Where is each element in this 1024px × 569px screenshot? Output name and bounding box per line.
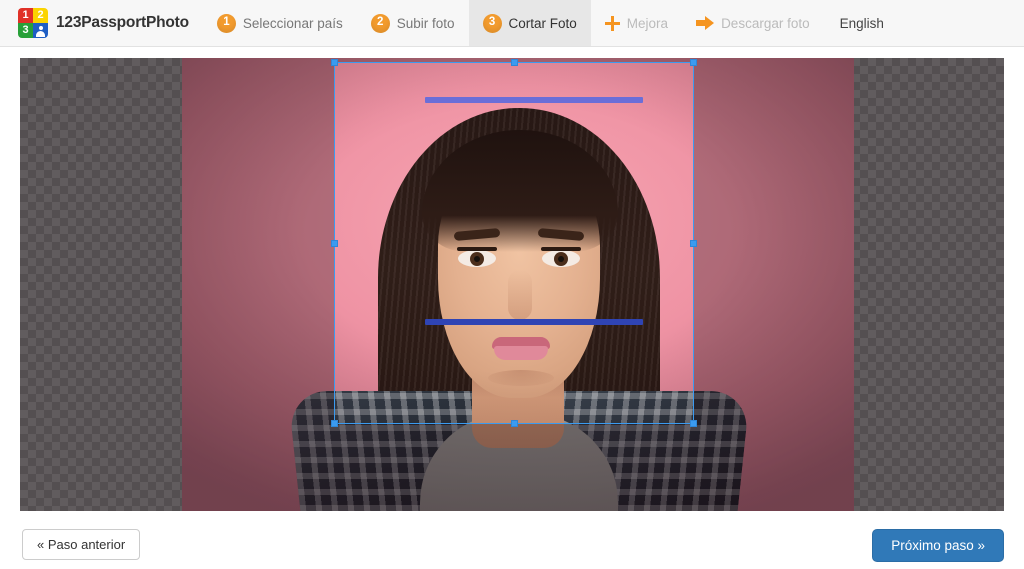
footer-bar: « Paso anterior Próximo paso » [0, 511, 1024, 569]
nav-label-subir-foto: Subir foto [396, 15, 455, 31]
step-badge-icon-1: 1 [216, 13, 236, 33]
logo-cell-3: 3 [18, 23, 33, 38]
crop-handle-middle-right[interactable] [690, 239, 697, 247]
person-head-shape [38, 25, 43, 30]
next-step-button[interactable]: Próximo paso » [872, 529, 1004, 562]
head-top-guide-line [425, 97, 643, 103]
person-body-shape [36, 31, 45, 37]
crop-mask-right [694, 62, 1004, 424]
nav-item-cortar-foto[interactable]: 3 Cortar Foto [468, 0, 591, 46]
previous-step-button[interactable]: « Paso anterior [22, 529, 141, 560]
app-header: 1 2 3 123PassportPhoto 1 Seleccionar paí… [0, 0, 1024, 47]
logo-cell-1: 1 [18, 8, 33, 23]
nav-label-seleccionar-pais: Seleccionar país [242, 15, 343, 31]
nav-item-descargar-foto[interactable]: Descargar foto [682, 0, 824, 46]
crop-handle-bottom-right[interactable] [690, 420, 697, 427]
nav-item-subir-foto[interactable]: 2 Subir foto [357, 0, 469, 46]
crop-handle-bottom-left[interactable] [331, 420, 338, 427]
arrow-right-icon [696, 16, 715, 30]
nav-item-mejora[interactable]: Mejora [591, 0, 682, 46]
crop-handle-top-left[interactable] [331, 59, 338, 66]
photo-editor-canvas[interactable] [20, 58, 1004, 511]
nav-item-seleccionar-pais[interactable]: 1 Seleccionar país [203, 0, 357, 46]
crop-selection-box[interactable] [331, 59, 697, 427]
brand-logo[interactable]: 1 2 3 123PassportPhoto [0, 0, 203, 46]
step-badge-icon-2: 2 [370, 13, 390, 33]
logo-cell-2: 2 [33, 8, 48, 23]
crop-handle-top-center[interactable] [510, 59, 518, 66]
nav-label-mejora: Mejora [626, 15, 669, 31]
crop-mask-bottom [20, 424, 1004, 511]
nav-label-descargar-foto: Descargar foto [721, 15, 810, 31]
language-label: English [839, 15, 884, 31]
nav-label-cortar-foto: Cortar Foto [508, 15, 577, 31]
brand-name: 123PassportPhoto [56, 14, 189, 31]
crop-handle-bottom-center[interactable] [510, 420, 518, 427]
logo-cell-person-icon [33, 23, 48, 38]
crop-handle-top-right[interactable] [690, 59, 697, 66]
language-switcher[interactable]: English [824, 0, 900, 46]
crop-handle-middle-left[interactable] [331, 239, 338, 247]
crop-mask-left [20, 62, 334, 424]
logo-mark-icon: 1 2 3 [18, 8, 48, 38]
plus-icon [604, 15, 620, 31]
chin-guide-line [425, 319, 643, 325]
step-badge-icon-3: 3 [482, 13, 502, 33]
